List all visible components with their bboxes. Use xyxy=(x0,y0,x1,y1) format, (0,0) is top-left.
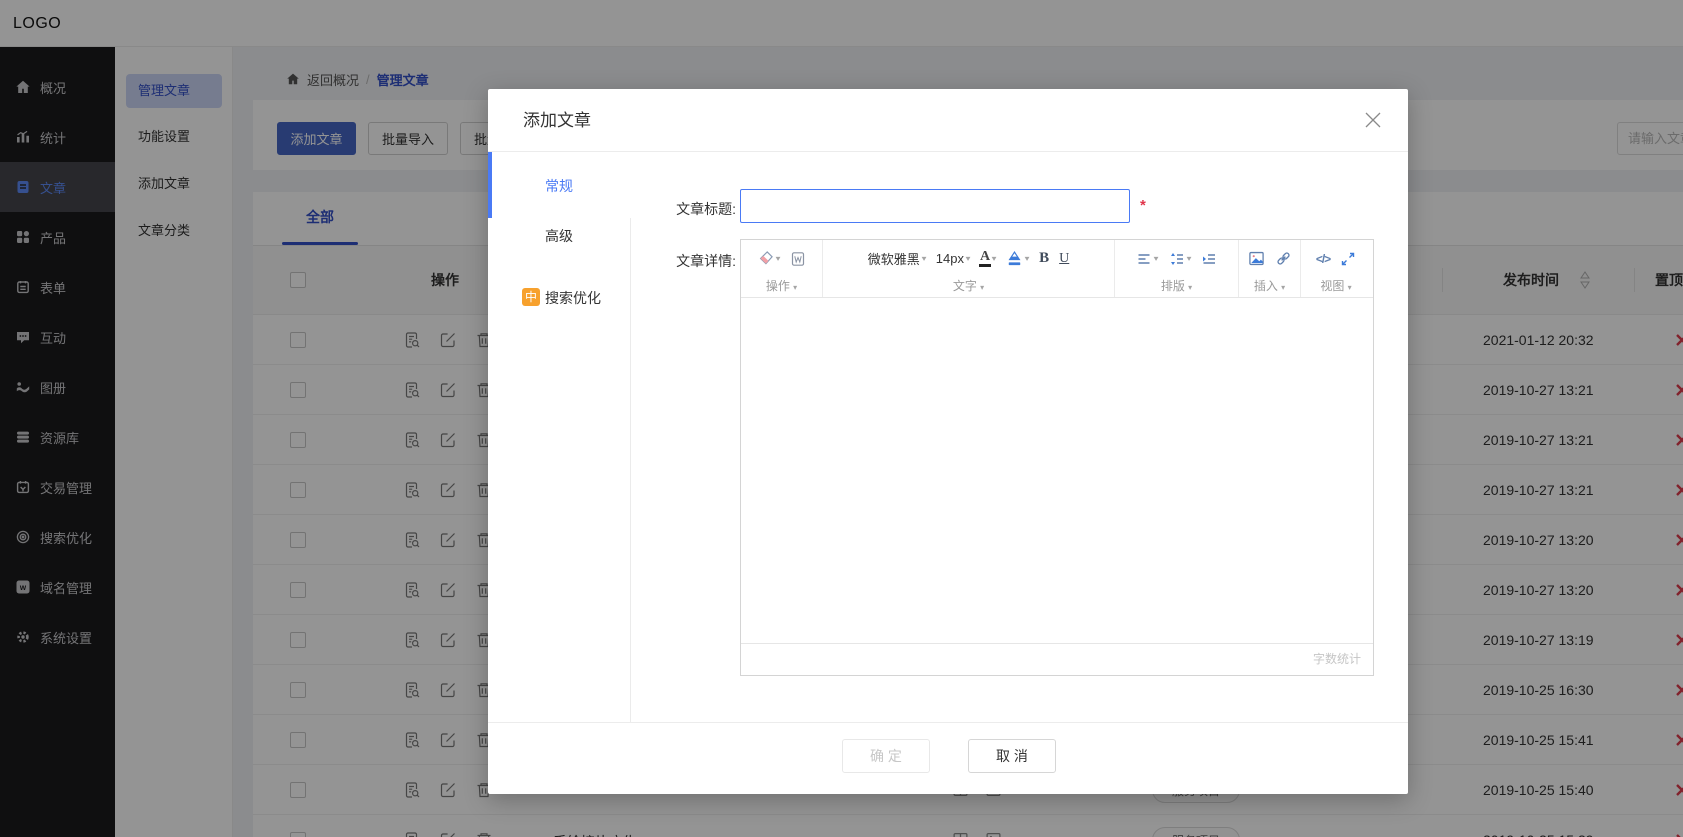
word-import-icon[interactable] xyxy=(787,249,809,269)
bold-button[interactable]: B xyxy=(1036,248,1052,269)
toolbar-group-insert: 插入 ▾ xyxy=(1239,240,1301,297)
modal-tab-advanced[interactable]: 高级 xyxy=(545,226,573,246)
modal-footer-divider xyxy=(488,722,1408,723)
font-color-icon[interactable]: A▾ xyxy=(977,248,999,269)
cancel-button[interactable]: 取 消 xyxy=(968,739,1056,773)
toolbar-group-view: </> 视图 ▾ xyxy=(1301,240,1371,297)
highlight-color-icon[interactable]: ▾ xyxy=(1003,248,1032,269)
align-icon[interactable]: ▾ xyxy=(1133,249,1161,269)
toolbar-group-ops: ▾ 操作 ▾ xyxy=(741,240,823,297)
insert-link-icon[interactable] xyxy=(1272,248,1295,269)
confirm-button[interactable]: 确 定 xyxy=(842,739,930,773)
required-asterisk: * xyxy=(1140,197,1146,214)
seo-badge-icon: 中 xyxy=(522,288,540,306)
modal-header: 添加文章 xyxy=(488,89,1408,152)
indent-icon[interactable] xyxy=(1198,249,1220,269)
insert-image-icon[interactable] xyxy=(1245,248,1268,269)
editor-content-area[interactable] xyxy=(741,298,1373,643)
editor-toolbar: ▾ 操作 ▾ 微软雅黑▾ 14px▾ A▾ xyxy=(741,240,1373,298)
modal-tab-seo[interactable]: 搜索优化 xyxy=(545,288,601,308)
toolbar-group-text: 微软雅黑▾ 14px▾ A▾ ▾ B U 文字 ▾ xyxy=(823,240,1115,297)
app-root: LOGO 概况 统计 文章 产品 表单 互动 图册 xyxy=(0,0,1683,837)
toolbar-label-layout[interactable]: 排版 ▾ xyxy=(1115,277,1238,295)
toolbar-label-text[interactable]: 文字 ▾ xyxy=(823,277,1114,295)
toolbar-group-layout: ▾ ▾ 排版 ▾ xyxy=(1115,240,1239,297)
font-family-select[interactable]: 微软雅黑▾ xyxy=(865,247,929,270)
article-title-input[interactable] xyxy=(740,189,1130,223)
underline-button[interactable]: U xyxy=(1056,249,1072,269)
rich-text-editor: ▾ 操作 ▾ 微软雅黑▾ 14px▾ A▾ xyxy=(740,239,1374,676)
modal-title: 添加文章 xyxy=(523,89,591,152)
add-article-modal: 添加文章 常规 高级 中 搜索优化 文章标题: * 文章详情: ▾ xyxy=(488,89,1408,794)
close-icon[interactable] xyxy=(1364,111,1382,129)
line-height-icon[interactable]: ▾ xyxy=(1166,249,1194,269)
toolbar-label-ops[interactable]: 操作 ▾ xyxy=(741,277,822,295)
fullscreen-icon[interactable] xyxy=(1337,249,1359,269)
modal-tab-strip: 常规 高级 中 搜索优化 xyxy=(488,152,631,722)
source-code-icon[interactable]: </> xyxy=(1313,250,1333,268)
toolbar-label-view[interactable]: 视图 ▾ xyxy=(1301,277,1371,295)
eraser-icon[interactable]: ▾ xyxy=(754,248,783,269)
word-count: 字数统计 xyxy=(741,643,1373,675)
modal-tab-general[interactable]: 常规 xyxy=(488,152,632,218)
toolbar-label-insert[interactable]: 插入 ▾ xyxy=(1239,277,1300,295)
font-size-select[interactable]: 14px▾ xyxy=(933,249,973,268)
article-title-label: 文章标题: xyxy=(648,199,736,219)
article-detail-label: 文章详情: xyxy=(648,251,736,271)
